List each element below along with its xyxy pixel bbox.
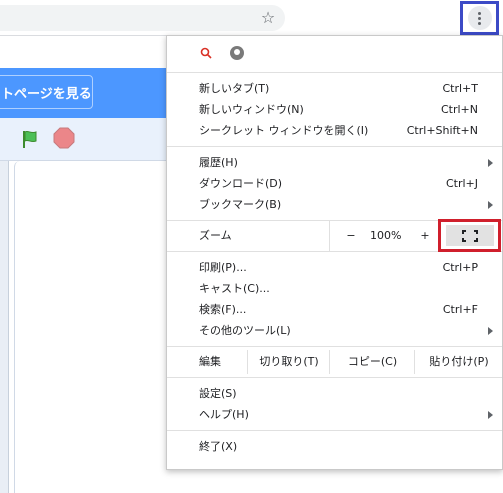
menu-item-print[interactable]: 印刷(P)... Ctrl+P xyxy=(167,257,502,278)
submenu-arrow-icon xyxy=(488,411,493,419)
extension-circle-icon[interactable] xyxy=(230,46,244,60)
zoom-in-button[interactable]: + xyxy=(419,224,431,248)
menu-item-shortcut: Ctrl+N xyxy=(440,103,478,116)
menu-item-label: ブックマーク(B) xyxy=(199,198,282,211)
menu-item-more-tools[interactable]: その他のツール(L) xyxy=(167,320,502,341)
zoom-level: 100% xyxy=(370,229,402,242)
menu-item-incognito[interactable]: シークレット ウィンドウを開く(I) Ctrl+Shift+N xyxy=(167,120,502,141)
menu-item-downloads[interactable]: ダウンロード(D) Ctrl+J xyxy=(167,173,502,194)
fullscreen-icon xyxy=(461,229,478,242)
submenu-arrow-icon xyxy=(488,201,493,209)
green-flag-icon[interactable] xyxy=(20,129,40,149)
paste-button[interactable]: 貼り付け(P) xyxy=(414,350,503,374)
menu-item-label: 終了(X) xyxy=(199,440,238,453)
stage-panel xyxy=(14,161,185,493)
browser-menu-button[interactable] xyxy=(460,1,499,35)
zoom-row: ズーム − 100% + xyxy=(167,219,502,252)
submenu-arrow-icon xyxy=(488,159,493,167)
zoom-out-button[interactable]: − xyxy=(345,224,357,248)
menu-item-new-window[interactable]: 新しいウィンドウ(N) Ctrl+N xyxy=(167,99,502,120)
browser-menu: 新しいタブ(T) Ctrl+T 新しいウィンドウ(N) Ctrl+N シークレッ… xyxy=(166,35,503,470)
fullscreen-button[interactable] xyxy=(445,225,494,246)
menu-item-cast[interactable]: キャスト(C)... xyxy=(167,278,502,299)
menu-item-label: 新しいタブ(T) xyxy=(199,82,270,95)
menu-item-settings[interactable]: 設定(S) xyxy=(167,383,502,404)
menu-item-label: 印刷(P)... xyxy=(199,261,247,274)
stop-icon[interactable] xyxy=(53,127,75,149)
zoom-divider xyxy=(329,221,330,251)
menu-item-label: 設定(S) xyxy=(199,387,237,400)
cut-button[interactable]: 切り取り(T) xyxy=(247,350,330,374)
menu-item-label: シークレット ウィンドウを開く(I) xyxy=(199,124,369,137)
submenu-arrow-icon xyxy=(488,327,493,335)
menu-item-exit[interactable]: 終了(X) xyxy=(167,436,502,457)
zoom-label: ズーム xyxy=(199,229,232,242)
menu-item-bookmarks[interactable]: ブックマーク(B) xyxy=(167,194,502,215)
browser-toolbar: ☆ xyxy=(0,0,503,36)
more-vert-icon xyxy=(467,6,492,30)
menu-item-shortcut: Ctrl+P xyxy=(442,261,478,274)
menu-item-label: キャスト(C)... xyxy=(199,282,270,295)
menu-item-shortcut: Ctrl+F xyxy=(442,303,478,316)
fullscreen-button-highlight xyxy=(438,219,501,252)
edit-row: 編集 切り取り(T) コピー(C) 貼り付け(P) xyxy=(167,350,502,374)
edit-label: 編集 xyxy=(199,355,221,368)
copy-button[interactable]: コピー(C) xyxy=(329,350,415,374)
left-panel xyxy=(0,161,9,493)
see-project-page-button[interactable]: トページを見る xyxy=(0,75,93,109)
bookmark-star-icon[interactable]: ☆ xyxy=(258,7,278,27)
menu-item-find[interactable]: 検索(F)... Ctrl+F xyxy=(167,299,502,320)
address-bar[interactable] xyxy=(0,5,285,31)
search-icon[interactable] xyxy=(200,47,212,59)
menu-item-new-tab[interactable]: 新しいタブ(T) Ctrl+T xyxy=(167,78,502,99)
extensions-row xyxy=(167,36,502,72)
menu-item-help[interactable]: ヘルプ(H) xyxy=(167,404,502,425)
menu-item-label: その他のツール(L) xyxy=(199,324,291,337)
menu-item-label: 新しいウィンドウ(N) xyxy=(199,103,304,116)
menu-item-label: ダウンロード(D) xyxy=(199,177,283,190)
menu-item-shortcut: Ctrl+T xyxy=(442,82,478,95)
menu-item-history[interactable]: 履歴(H) xyxy=(167,152,502,173)
menu-item-shortcut: Ctrl+Shift+N xyxy=(406,124,478,137)
menu-item-shortcut: Ctrl+J xyxy=(445,177,478,190)
menu-item-label: 履歴(H) xyxy=(199,156,238,169)
menu-item-label: ヘルプ(H) xyxy=(199,408,249,421)
menu-item-label: 検索(F)... xyxy=(199,303,247,316)
